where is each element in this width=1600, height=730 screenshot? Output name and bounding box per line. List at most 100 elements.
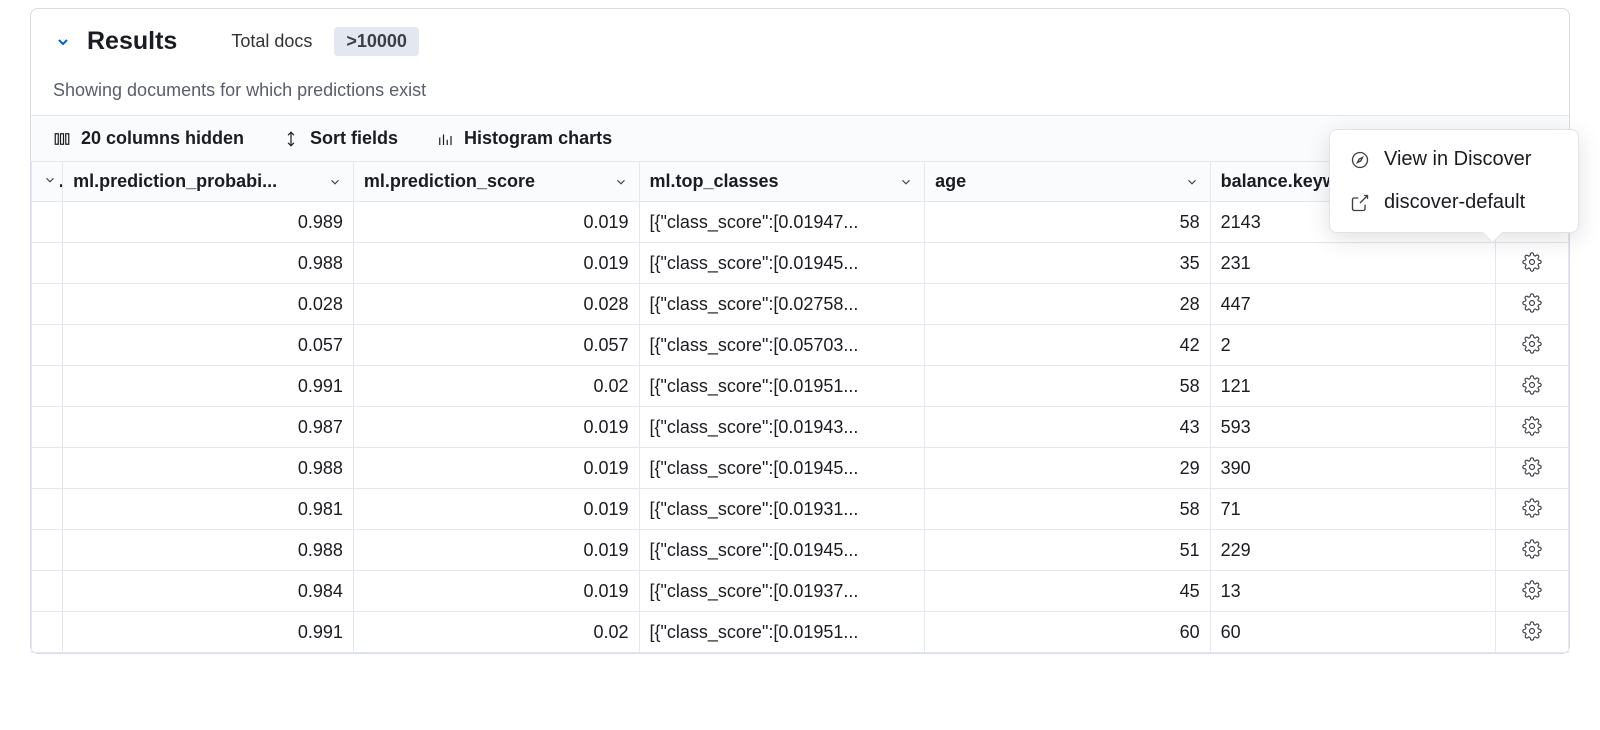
row-actions — [1496, 325, 1569, 366]
cell-top-classes: [{"class_score":[0.01951... — [639, 366, 925, 407]
histogram-icon — [436, 130, 454, 148]
col-label: ml.top_classes — [650, 171, 779, 192]
cell-prediction-score: 0.028 — [353, 284, 639, 325]
cell-top-classes: [{"class_score":[0.05703... — [639, 325, 925, 366]
col-header-prediction-score[interactable]: ml.prediction_score — [353, 162, 639, 202]
table-row: 0.0570.057[{"class_score":[0.05703...422 — [32, 325, 1569, 366]
expand-row-button[interactable] — [32, 407, 63, 448]
expand-row-button[interactable] — [32, 243, 63, 284]
cell-age: 42 — [925, 325, 1211, 366]
cell-prediction-probability: 0.988 — [63, 530, 354, 571]
col-header-top-classes[interactable]: ml.top_classes — [639, 162, 925, 202]
expand-row-button[interactable] — [32, 612, 63, 653]
cell-top-classes: [{"class_score":[0.01951... — [639, 612, 925, 653]
table-row: 0.9840.019[{"class_score":[0.01937...451… — [32, 571, 1569, 612]
chevron-down-icon[interactable] — [613, 174, 629, 190]
cell-age: 29 — [925, 448, 1211, 489]
cell-top-classes: [{"class_score":[0.01931... — [639, 489, 925, 530]
compass-icon — [1350, 150, 1370, 170]
gear-icon[interactable] — [1519, 331, 1545, 357]
histogram-charts-button[interactable]: Histogram charts — [436, 128, 612, 149]
cell-age: 45 — [925, 571, 1211, 612]
cell-age: 28 — [925, 284, 1211, 325]
expand-row-button[interactable] — [32, 284, 63, 325]
panel-header: Results Total docs >10000 — [31, 9, 1569, 56]
title-row: Results Total docs >10000 — [53, 27, 1547, 56]
chevron-down-icon[interactable] — [1184, 174, 1200, 190]
gear-icon[interactable] — [1519, 577, 1545, 603]
cell-balance: 2 — [1210, 325, 1496, 366]
cell-top-classes: [{"class_score":[0.01945... — [639, 530, 925, 571]
cell-balance: 593 — [1210, 407, 1496, 448]
cell-top-classes: [{"class_score":[0.01945... — [639, 448, 925, 489]
columns-hidden-button[interactable]: 20 columns hidden — [53, 128, 244, 149]
expand-row-button[interactable] — [32, 489, 63, 530]
col-label: age — [935, 171, 966, 192]
chevron-down-icon[interactable] — [898, 174, 914, 190]
cell-balance: 60 — [1210, 612, 1496, 653]
cell-top-classes: [{"class_score":[0.01943... — [639, 407, 925, 448]
cell-balance: 71 — [1210, 489, 1496, 530]
table-row: 0.9880.019[{"class_score":[0.01945...352… — [32, 243, 1569, 284]
expand-row-button[interactable] — [32, 325, 63, 366]
row-actions — [1496, 612, 1569, 653]
table-row: 0.9880.019[{"class_score":[0.01945...293… — [32, 448, 1569, 489]
expand-row-button[interactable] — [32, 448, 63, 489]
table-row: 0.9810.019[{"class_score":[0.01931...587… — [32, 489, 1569, 530]
results-table: ml.prediction_probabi... ml.prediction_s… — [31, 161, 1569, 653]
gear-icon[interactable] — [1519, 413, 1545, 439]
cell-prediction-probability: 0.989 — [63, 202, 354, 243]
row-actions — [1496, 571, 1569, 612]
table-row: 0.9910.02[{"class_score":[0.01951...5812… — [32, 366, 1569, 407]
chevron-down-icon[interactable] — [327, 174, 343, 190]
cell-balance: 121 — [1210, 366, 1496, 407]
sort-fields-label: Sort fields — [310, 128, 398, 149]
discover-default-button[interactable]: discover-default — [1330, 181, 1578, 224]
sort-fields-button[interactable]: Sort fields — [282, 128, 398, 149]
col-header-prediction-probability[interactable]: ml.prediction_probabi... — [63, 162, 354, 202]
panel-title: Results — [87, 27, 177, 56]
cell-age: 43 — [925, 407, 1211, 448]
cell-balance: 447 — [1210, 284, 1496, 325]
cell-balance: 231 — [1210, 243, 1496, 284]
table-row: 0.0280.028[{"class_score":[0.02758...284… — [32, 284, 1569, 325]
col-label: ml.prediction_score — [364, 171, 535, 192]
expand-row-button[interactable] — [32, 571, 63, 612]
cell-prediction-score: 0.02 — [353, 612, 639, 653]
histogram-label: Histogram charts — [464, 128, 612, 149]
external-link-icon — [1350, 193, 1370, 213]
expand-row-button[interactable] — [32, 366, 63, 407]
cell-age: 51 — [925, 530, 1211, 571]
cell-prediction-score: 0.019 — [353, 202, 639, 243]
cell-age: 58 — [925, 489, 1211, 530]
col-header-age[interactable]: age — [925, 162, 1211, 202]
cell-prediction-probability: 0.028 — [63, 284, 354, 325]
view-in-discover-button[interactable]: View in Discover — [1330, 138, 1578, 181]
gear-icon[interactable] — [1519, 495, 1545, 521]
total-docs-label: Total docs — [231, 31, 312, 52]
cell-age: 60 — [925, 612, 1211, 653]
collapse-toggle[interactable] — [53, 32, 73, 52]
expand-header[interactable] — [32, 162, 63, 202]
gear-icon[interactable] — [1519, 536, 1545, 562]
gear-icon[interactable] — [1519, 372, 1545, 398]
expand-row-button[interactable] — [32, 530, 63, 571]
gear-icon[interactable] — [1519, 290, 1545, 316]
cell-prediction-score: 0.019 — [353, 448, 639, 489]
gear-icon[interactable] — [1519, 249, 1545, 275]
columns-hidden-label: 20 columns hidden — [81, 128, 244, 149]
cell-balance: 390 — [1210, 448, 1496, 489]
gear-icon[interactable] — [1519, 454, 1545, 480]
discover-popover: View in Discover discover-default — [1329, 129, 1579, 233]
cell-prediction-probability: 0.991 — [63, 612, 354, 653]
row-actions — [1496, 366, 1569, 407]
gear-icon[interactable] — [1519, 618, 1545, 644]
cell-age: 58 — [925, 366, 1211, 407]
table-row: 0.9880.019[{"class_score":[0.01945...512… — [32, 530, 1569, 571]
cell-prediction-score: 0.019 — [353, 407, 639, 448]
cell-balance: 229 — [1210, 530, 1496, 571]
cell-top-classes: [{"class_score":[0.01947... — [639, 202, 925, 243]
expand-row-button[interactable] — [32, 202, 63, 243]
cell-prediction-score: 0.019 — [353, 243, 639, 284]
cell-age: 35 — [925, 243, 1211, 284]
